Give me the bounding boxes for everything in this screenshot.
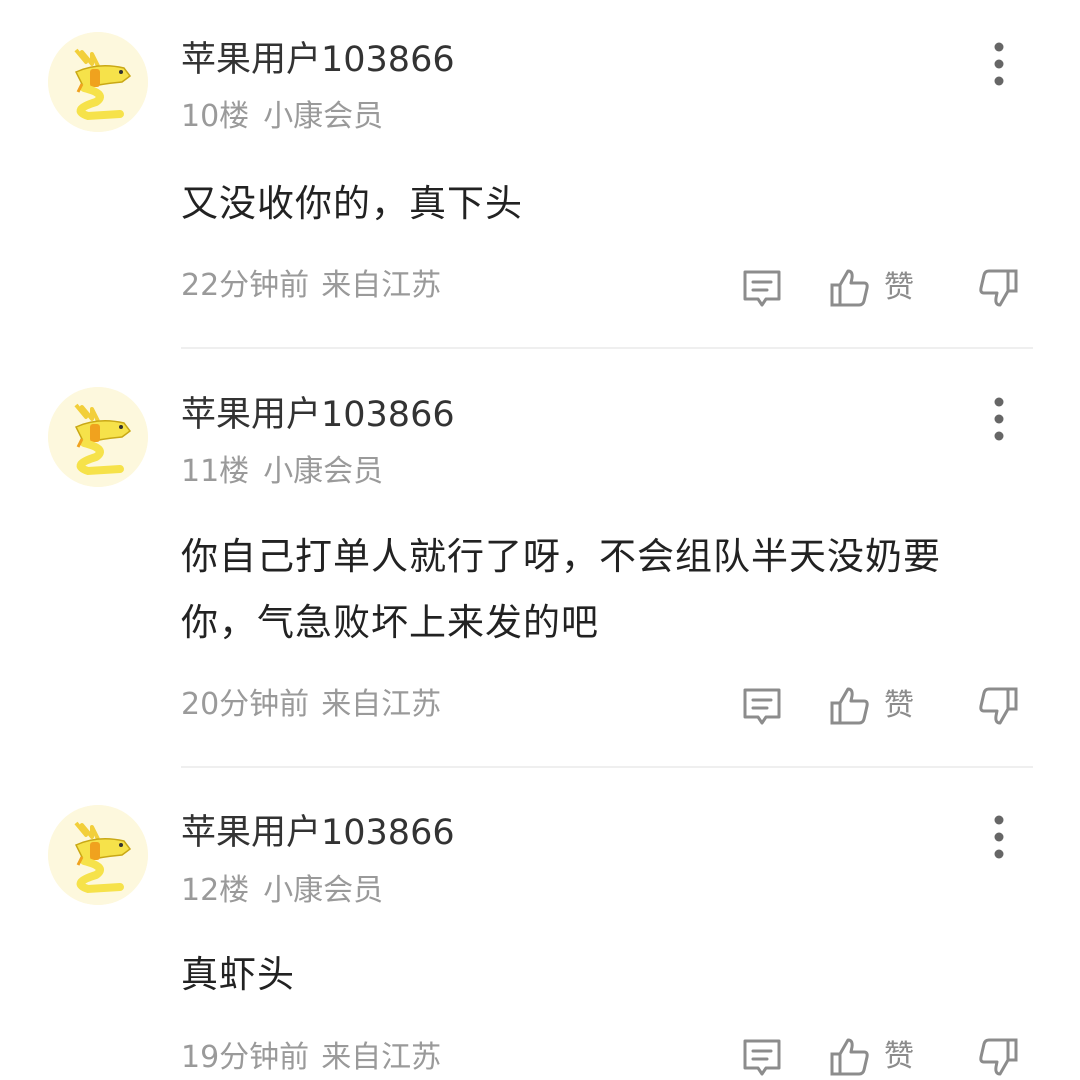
thumbs-up-icon (830, 1038, 869, 1076)
thumbs-down-icon (979, 1038, 1018, 1076)
comment-text: 又没收你的，真下头 (181, 182, 523, 225)
user-avatar[interactable] (48, 805, 148, 905)
more-vertical-icon (994, 397, 1004, 441)
more-vertical-icon (994, 42, 1004, 86)
member-badge: 小康会员 (263, 873, 384, 908)
bird-avatar-icon (48, 32, 148, 132)
reply-icon (743, 688, 781, 725)
like-button[interactable]: 赞 (828, 265, 914, 311)
reply-button[interactable] (740, 683, 784, 729)
bird-avatar-icon (48, 387, 148, 487)
reply-icon (743, 270, 781, 307)
comment-text: 真虾头 (181, 953, 295, 996)
thumbs-up-icon (830, 269, 869, 307)
comment-meta: 10楼 小康会员 (181, 97, 383, 137)
comment-divider (181, 347, 1033, 349)
dislike-button[interactable] (976, 1034, 1020, 1080)
comment-meta: 12楼 小康会员 (181, 871, 383, 911)
comment-footer: 20分钟前 来自江苏 (181, 685, 441, 725)
floor-number: 10楼 (181, 99, 250, 134)
thumbs-down-icon (979, 687, 1018, 725)
member-badge: 小康会员 (263, 99, 384, 134)
comment-location: 来自江苏 (321, 268, 442, 303)
like-label: 赞 (884, 270, 914, 305)
reply-icon (743, 1039, 781, 1076)
comment-time: 20分钟前 (181, 687, 310, 722)
like-button[interactable]: 赞 (828, 683, 914, 729)
more-vertical-icon (994, 815, 1004, 859)
user-avatar[interactable] (48, 32, 148, 132)
thumbs-down-icon (979, 269, 1018, 307)
member-badge: 小康会员 (263, 454, 384, 489)
user-avatar[interactable] (48, 387, 148, 487)
dislike-button[interactable] (976, 683, 1020, 729)
comment-meta: 11楼 小康会员 (181, 452, 383, 492)
more-button[interactable] (984, 40, 1014, 88)
comment-footer: 19分钟前 来自江苏 (181, 1038, 441, 1078)
like-label: 赞 (884, 688, 914, 723)
bird-avatar-icon (48, 805, 148, 905)
more-button[interactable] (984, 813, 1014, 861)
reply-button[interactable] (740, 265, 784, 311)
floor-number: 12楼 (181, 873, 250, 908)
more-button[interactable] (984, 395, 1014, 443)
floor-number: 11楼 (181, 454, 250, 489)
comment-divider (181, 766, 1033, 768)
comment-time: 19分钟前 (181, 1040, 310, 1075)
comment-text: 你自己打单人就行了呀，不会组队半天没奶要你，气急败坏上来发的吧 (181, 535, 941, 644)
reply-button[interactable] (740, 1034, 784, 1080)
dislike-button[interactable] (976, 265, 1020, 311)
like-button[interactable]: 赞 (828, 1034, 914, 1080)
like-label: 赞 (884, 1039, 914, 1074)
comment-location: 来自江苏 (321, 1040, 442, 1075)
username[interactable]: 苹果用户103866 (181, 38, 455, 82)
comment-time: 22分钟前 (181, 268, 310, 303)
comment-footer: 22分钟前 来自江苏 (181, 266, 441, 306)
thumbs-up-icon (830, 687, 869, 725)
username[interactable]: 苹果用户103866 (181, 811, 455, 855)
comment-list: 苹果用户103866 10楼小康会员 又没收你的，真下头 22分钟前来自江苏 (0, 0, 1080, 1080)
username[interactable]: 苹果用户103866 (181, 393, 455, 437)
comment-location: 来自江苏 (321, 687, 442, 722)
